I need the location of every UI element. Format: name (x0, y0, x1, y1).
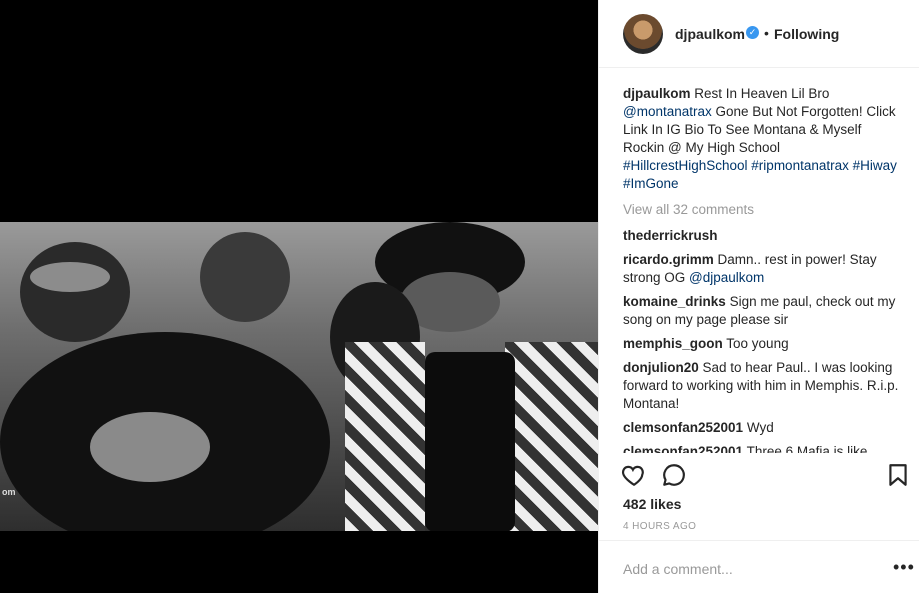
post-header: djpaulkom ✓ • Following (599, 0, 919, 68)
add-comment-bar: Add a comment... ••• (599, 540, 919, 593)
post-media[interactable]: om (0, 0, 598, 593)
comment-row: ricardo.grimm Damn.. rest in power! Stay… (623, 251, 901, 287)
caption-username[interactable]: djpaulkom (623, 86, 691, 101)
likes-count[interactable]: 482 likes (623, 496, 681, 512)
avatar[interactable] (623, 14, 663, 54)
following-button[interactable]: Following (774, 26, 839, 42)
comment-row: memphis_goon Too young (623, 335, 901, 353)
comment-username[interactable]: memphis_goon (623, 336, 723, 351)
comment-username[interactable]: ricardo.grimm (623, 252, 714, 267)
comment-row: donjulion20 Sad to hear Paul.. I was loo… (623, 359, 901, 413)
comment-bubble-icon[interactable] (661, 462, 687, 488)
bookmark-icon[interactable] (885, 462, 911, 488)
header-username[interactable]: djpaulkom (675, 26, 745, 42)
post-photo (0, 222, 598, 531)
comment-row: clemsonfan252001 Wyd (623, 419, 901, 437)
comment-username[interactable]: komaine_drinks (623, 294, 726, 309)
caption-text: Rest In Heaven Lil Bro (694, 86, 830, 101)
post-dialog: om djpaulkom ✓ • Following djpaulkom Res… (0, 0, 919, 593)
comment-text: Too young (726, 336, 789, 351)
caption-hashtags[interactable]: #HillcrestHighSchool #ripmontanatrax #Hi… (623, 158, 897, 191)
comment-username[interactable]: clemsonfan252001 (623, 420, 743, 435)
comment-row: komaine_drinks Sign me paul, check out m… (623, 293, 901, 329)
comment-username[interactable]: donjulion20 (623, 360, 699, 375)
comment-text: Wyd (746, 420, 774, 435)
comment-username[interactable]: thederrickrush (623, 228, 718, 243)
more-options-icon[interactable]: ••• (893, 557, 915, 578)
comment-mention[interactable]: @djpaulkom (689, 270, 764, 285)
post-sidebar: djpaulkom ✓ • Following djpaulkom Rest I… (598, 0, 919, 593)
caption-mention[interactable]: @montanatrax (623, 104, 712, 119)
post-timestamp[interactable]: 4 HOURS AGO (623, 521, 696, 532)
comments-list[interactable]: djpaulkom Rest In Heaven Lil Bro @montan… (623, 85, 901, 453)
view-all-comments[interactable]: View all 32 comments (623, 201, 901, 219)
header-separator: • (764, 25, 769, 41)
action-bar (599, 452, 919, 492)
comment-input[interactable]: Add a comment... (623, 561, 733, 577)
heart-icon[interactable] (621, 462, 647, 488)
verified-badge-icon: ✓ (746, 26, 759, 39)
image-watermark: om (2, 487, 16, 497)
comment-row: thederrickrush (623, 227, 901, 245)
caption: djpaulkom Rest In Heaven Lil Bro @montan… (623, 85, 901, 193)
